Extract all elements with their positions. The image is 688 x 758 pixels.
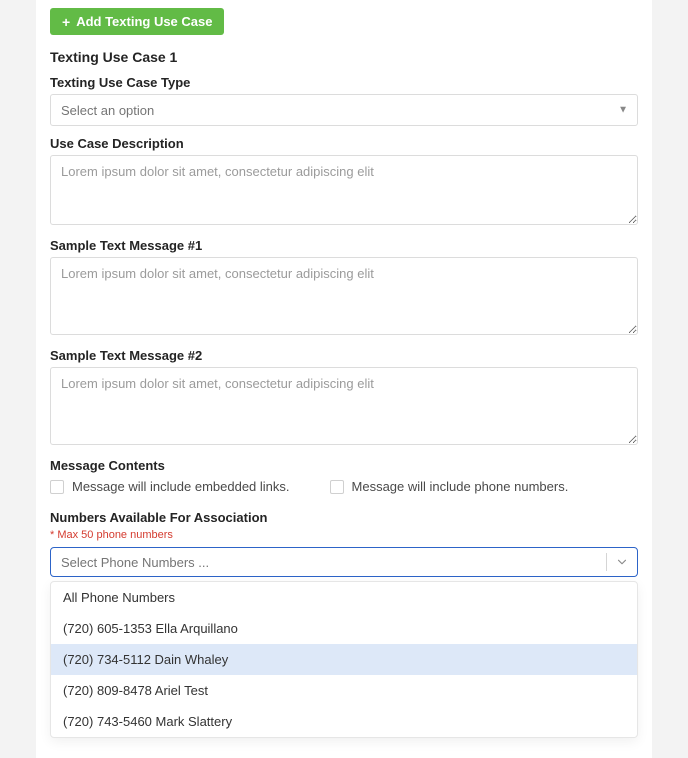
max-phone-numbers-note: * Max 50 phone numbers — [50, 529, 638, 541]
phone-option[interactable]: (720) 809-8478 Ariel Test — [51, 675, 637, 706]
add-button-label: Add Texting Use Case — [76, 14, 212, 29]
phone-numbers-checkbox[interactable] — [330, 480, 344, 494]
use-case-description-textarea[interactable] — [50, 155, 638, 225]
embedded-links-text: Message will include embedded links. — [72, 479, 290, 494]
use-case-type-select[interactable] — [50, 94, 638, 126]
plus-icon: + — [62, 15, 70, 29]
add-texting-use-case-button[interactable]: + Add Texting Use Case — [50, 8, 224, 35]
phone-option[interactable]: (720) 605-1353 Ella Arquillano — [51, 613, 637, 644]
use-case-type-label: Texting Use Case Type — [50, 75, 638, 90]
embedded-links-checkbox[interactable] — [50, 480, 64, 494]
message-contents-label: Message Contents — [50, 458, 638, 473]
numbers-available-label: Numbers Available For Association — [50, 510, 638, 525]
sample-message-2-label: Sample Text Message #2 — [50, 348, 638, 363]
use-case-heading: Texting Use Case 1 — [50, 49, 638, 65]
sample-message-2-textarea[interactable] — [50, 367, 638, 445]
use-case-description-label: Use Case Description — [50, 136, 638, 151]
phone-option[interactable]: All Phone Numbers — [51, 582, 637, 613]
phone-numbers-text: Message will include phone numbers. — [352, 479, 569, 494]
phone-option[interactable]: (720) 743-5460 Mark Slattery — [51, 706, 637, 737]
phone-numbers-dropdown: All Phone Numbers(720) 605-1353 Ella Arq… — [50, 581, 638, 738]
phone-numbers-input[interactable] — [61, 555, 598, 570]
sample-message-1-label: Sample Text Message #1 — [50, 238, 638, 253]
select-divider — [606, 553, 607, 571]
phone-option[interactable]: (720) 734-5112 Dain Whaley — [51, 644, 637, 675]
phone-numbers-select[interactable] — [50, 547, 638, 577]
sample-message-1-textarea[interactable] — [50, 257, 638, 335]
chevron-down-icon[interactable] — [615, 555, 629, 569]
